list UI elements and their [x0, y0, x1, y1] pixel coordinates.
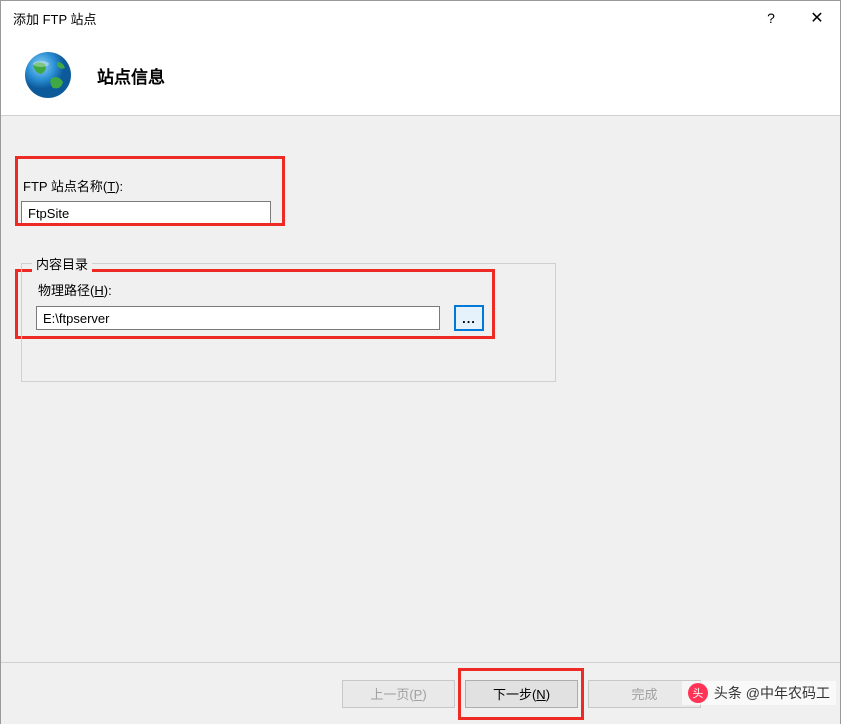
watermark-badge-icon: 头: [688, 683, 708, 703]
wizard-content: FTP 站点名称(T): 内容目录 物理路径(H): ...: [1, 116, 840, 662]
globe-icon: [23, 50, 73, 100]
watermark: 头 头条 @中年农码工: [682, 681, 836, 705]
page-title: 站点信息: [97, 63, 165, 88]
window-title: 添加 FTP 站点: [13, 9, 748, 28]
help-button[interactable]: ?: [748, 1, 794, 35]
previous-button: 上一页(P): [342, 680, 455, 708]
browse-button[interactable]: ...: [454, 305, 484, 331]
watermark-text: 头条 @中年农码工: [714, 683, 830, 703]
wizard-header: 站点信息: [1, 35, 840, 115]
titlebar: 添加 FTP 站点 ? ✕: [1, 1, 840, 35]
annotation-highlight: [458, 668, 584, 720]
physical-path-row: ...: [36, 305, 541, 331]
physical-path-input[interactable]: [36, 306, 440, 330]
close-button[interactable]: ✕: [794, 1, 840, 35]
fieldset-legend: 内容目录: [32, 254, 92, 273]
titlebar-buttons: ? ✕: [748, 1, 840, 35]
physical-path-label: 物理路径(H):: [36, 280, 541, 299]
annotation-highlight: [15, 156, 285, 226]
content-directory-fieldset: 内容目录 物理路径(H): ...: [21, 263, 556, 382]
